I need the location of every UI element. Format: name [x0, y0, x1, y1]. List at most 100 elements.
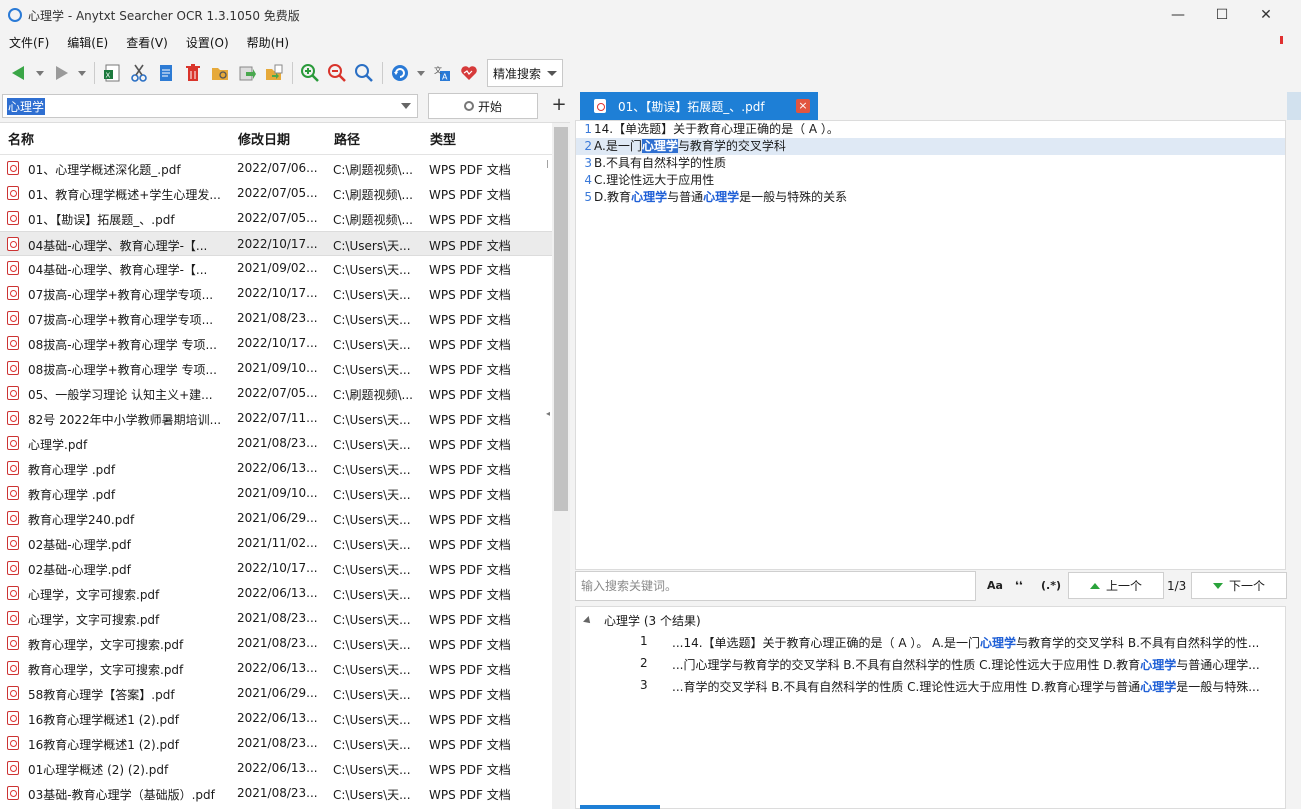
table-row[interactable]: 心理学，文字可搜索.pdf 2022/06/13... C:\Users\天... W…	[0, 581, 552, 606]
close-tab-icon[interactable]: ×	[796, 99, 810, 113]
menu-settings[interactable]: 设置(O)	[177, 34, 238, 51]
whole-word-toggle[interactable]: ❛❛	[1015, 579, 1023, 592]
delete-icon[interactable]	[180, 60, 206, 86]
line-number: 5	[584, 190, 592, 204]
preview-tab[interactable]: 01、【勘误】拓展题_、.pdf ×	[580, 92, 818, 120]
forward-icon[interactable]	[48, 60, 74, 86]
minimize-button[interactable]: —	[1155, 0, 1201, 30]
move-to-icon[interactable]	[261, 60, 287, 86]
table-row[interactable]: 02基础-心理学.pdf 2022/10/17... C:\Users\天... WP…	[0, 556, 552, 581]
result-number: 3	[640, 678, 648, 692]
search-input[interactable]: 心理学	[2, 94, 418, 118]
table-row[interactable]: 心理学.pdf 2021/08/23... C:\Users\天... WPS PDF…	[0, 431, 552, 456]
pdf-file-icon	[7, 237, 19, 251]
next-label: 下一个	[1228, 579, 1265, 593]
pdf-file-icon	[7, 611, 19, 625]
result-item[interactable]: 1 ...14.【单选题】关于教育心理正确的是（ A ）。 A.是一门心理学与教育…	[576, 634, 1287, 654]
scrollbar-thumb[interactable]	[554, 127, 568, 511]
zoom-in-icon[interactable]	[297, 60, 323, 86]
match-case-toggle[interactable]: Aa	[987, 579, 1003, 592]
table-row[interactable]: 01、心理学概述深化题_.pdf 2022/07/06... C:\刷题视频\...…	[0, 156, 552, 181]
file-name: 08拔高-心理学+教育心理学 专项...	[28, 338, 217, 352]
file-date: 2022/07/05...	[237, 386, 318, 400]
open-folder-icon[interactable]	[207, 60, 233, 86]
snippet-text: ...门心理学与教育学的交叉学科 B.不具有自然科学的性质 C.理论性远大于应用…	[672, 658, 1141, 672]
table-row[interactable]: 01、【勘误】拓展题_、.pdf 2022/07/05... C:\刷题视频\...…	[0, 206, 552, 231]
table-row[interactable]: 16教育心理学概述1 (2).pdf 2021/08/23... C:\Users\…	[0, 731, 552, 756]
file-type: WPS PDF 文档	[429, 338, 511, 352]
result-item[interactable]: 3 ...育学的交叉学科 B.不具有自然科学的性质 C.理论性远大于应用性 D.教…	[576, 678, 1287, 698]
pdf-file-icon	[594, 99, 606, 113]
menu-help[interactable]: 帮助(H)	[238, 34, 298, 51]
search-icon[interactable]	[351, 60, 377, 86]
table-row[interactable]: 58教育心理学【答案】.pdf 2021/06/29... C:\Users\天..…	[0, 681, 552, 706]
search-mode-label: 精准搜索	[493, 66, 542, 81]
menu-view[interactable]: 查看(V)	[117, 34, 177, 51]
file-type: WPS PDF 文档	[429, 513, 511, 527]
table-row[interactable]: 07拔高-心理学+教育心理学专项... 2022/10/17... C:\Users…	[0, 281, 552, 306]
table-row[interactable]: 82号 2022年中小学教师暑期培训... 2022/07/11... C:\Use…	[0, 406, 552, 431]
result-item[interactable]: 2 ...门心理学与教育学的交叉学科 B.不具有自然科学的性质 C.理论性远大于应…	[576, 656, 1287, 676]
copy-to-icon[interactable]	[234, 60, 260, 86]
list-scrollbar[interactable]	[552, 123, 570, 809]
table-row[interactable]: 03基础-教育心理学（基础版）.pdf 2021/08/23... C:\Users…	[0, 781, 552, 806]
close-button[interactable]: ✕	[1243, 0, 1289, 30]
column-header-path[interactable]: 路径	[334, 129, 360, 148]
file-type: WPS PDF 文档	[429, 263, 511, 277]
table-row[interactable]: 05、一般学习理论 认知主义+建... 2022/07/05... C:\刷题视频\…	[0, 381, 552, 406]
add-tab-button[interactable]: +	[548, 94, 570, 116]
table-row[interactable]: 教育心理学 .pdf 2021/09/10... C:\Users\天... WPS …	[0, 481, 552, 506]
file-date: 2022/06/13...	[237, 461, 318, 475]
table-row[interactable]: 08拔高-心理学+教育心理学 专项... 2021/09/10... C:\User…	[0, 356, 552, 381]
next-match-button[interactable]: 下一个	[1191, 572, 1287, 599]
table-row[interactable]: 01心理学概述 (2) (2).pdf 2022/06/13... C:\Users…	[0, 756, 552, 781]
favorite-icon[interactable]	[456, 60, 482, 86]
find-input[interactable]: 输入搜索关键词。	[575, 571, 976, 601]
match-counter: 1/3	[1167, 579, 1187, 593]
history-dropdown-icon[interactable]	[401, 103, 411, 109]
table-row[interactable]: 07拔高-心理学+教育心理学专项... 2021/08/23... C:\Users…	[0, 306, 552, 331]
column-header-type[interactable]: 类型	[430, 129, 456, 148]
snippet-text: 与普通心理学...	[1176, 658, 1260, 672]
refresh-dropdown-icon[interactable]	[414, 60, 428, 86]
cut-icon[interactable]	[126, 60, 152, 86]
collapse-icon[interactable]	[583, 615, 593, 626]
table-row[interactable]: 教育心理学，文字可搜索.pdf 2021/08/23... C:\Users\天..…	[0, 631, 552, 656]
table-row[interactable]: 心理学，文字可搜索.pdf 2021/08/23... C:\Users\天... W…	[0, 606, 552, 631]
search-mode-select[interactable]: 精准搜索	[487, 59, 563, 87]
preview-line: 3 B.不具有自然科学的性质	[576, 155, 1285, 172]
table-row[interactable]: 01、教育心理学概述+学生心理发... 2022/07/05... C:\刷题视频\…	[0, 181, 552, 206]
table-row[interactable]: 02基础-心理学.pdf 2021/11/02... C:\Users\天... WP…	[0, 531, 552, 556]
refresh-icon[interactable]	[387, 60, 413, 86]
file-type: WPS PDF 文档	[429, 688, 511, 702]
svg-text:X: X	[106, 72, 111, 80]
forward-dropdown-icon[interactable]	[75, 60, 89, 86]
column-header-date[interactable]: 修改日期	[238, 129, 290, 148]
table-row[interactable]: 08拔高-心理学+教育心理学 专项... 2022/10/17... C:\User…	[0, 331, 552, 356]
regex-toggle[interactable]: (.*)	[1041, 579, 1061, 592]
translate-icon[interactable]: 文A	[429, 60, 455, 86]
column-header-name[interactable]: 名称	[8, 129, 34, 148]
excel-export-icon[interactable]: X	[99, 60, 125, 86]
zoom-out-icon[interactable]	[324, 60, 350, 86]
back-dropdown-icon[interactable]	[33, 60, 47, 86]
menu-edit[interactable]: 编辑(E)	[58, 34, 117, 51]
table-row[interactable]: 教育心理学240.pdf 2021/06/29... C:\Users\天... WP…	[0, 506, 552, 531]
table-row[interactable]: 教育心理学，文字可搜索.pdf 2022/06/13... C:\Users\天..…	[0, 656, 552, 681]
maximize-button[interactable]: ☐	[1199, 0, 1245, 30]
back-icon[interactable]	[6, 60, 32, 86]
table-row[interactable]: 教育心理学 .pdf 2022/06/13... C:\Users\天... WPS …	[0, 456, 552, 481]
file-path: C:\Users\天...	[333, 688, 411, 702]
document-icon[interactable]	[153, 60, 179, 86]
file-type: WPS PDF 文档	[429, 588, 511, 602]
preview-text: 与普通	[667, 190, 704, 204]
result-group[interactable]: 心理学 (3 个结果)	[583, 612, 701, 629]
file-date: 2022/06/13...	[237, 661, 318, 675]
table-row[interactable]: 04基础-心理学、教育心理学-【... 2021/09/02... C:\Users…	[0, 256, 552, 281]
previous-match-button[interactable]: 上一个	[1068, 572, 1164, 599]
start-search-button[interactable]: 开始	[428, 93, 538, 119]
menu-file[interactable]: 文件(F)	[0, 34, 58, 51]
table-row[interactable]: 16教育心理学概述1 (2).pdf 2022/06/13... C:\Users\…	[0, 706, 552, 731]
table-row[interactable]: 04基础-心理学、教育心理学-【... 2022/10/17... C:\Users…	[0, 231, 552, 256]
file-type: WPS PDF 文档	[429, 463, 511, 477]
